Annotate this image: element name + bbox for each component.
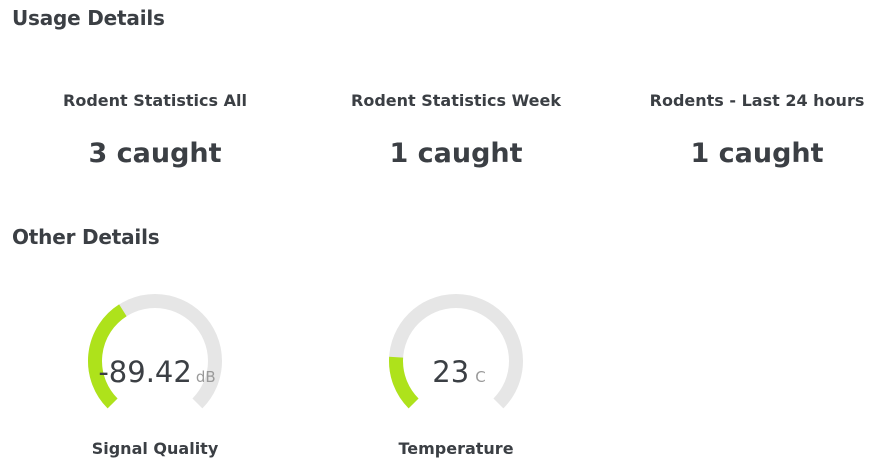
gauge-value-text: -89.42 dB [98, 355, 215, 389]
gauge-value: -89.42 [98, 355, 192, 389]
stat-label: Rodent Statistics All [63, 91, 247, 110]
gauge-unit: dB [196, 368, 216, 386]
gauge-fill [389, 356, 419, 409]
stat-rodent-week: Rodent Statistics Week 1 caught [326, 90, 586, 170]
stat-value: 3 caught [88, 138, 222, 169]
usage-details-title: Usage Details [12, 6, 165, 30]
gauge-temperature: 23 C Temperature [366, 292, 546, 458]
stat-label: Rodent Statistics Week [351, 91, 561, 110]
stat-rodent-last-24h: Rodents - Last 24 hours 1 caught [627, 90, 873, 170]
gauge-value: 23 [432, 355, 469, 389]
gauge-label: Temperature [398, 439, 514, 458]
stat-rodent-all: Rodent Statistics All 3 caught [25, 90, 285, 170]
stat-value: 1 caught [690, 138, 824, 169]
gauge-signal-quality: -89.42 dB Signal Quality [65, 292, 245, 458]
gauge-unit: C [475, 368, 485, 386]
stat-label: Rodents - Last 24 hours [649, 91, 865, 110]
gauge-value-text: 23 C [432, 355, 485, 389]
gauge-label: Signal Quality [91, 439, 219, 458]
other-details-title: Other Details [12, 225, 160, 249]
temperature-gauge: 23 C [389, 294, 523, 409]
stat-value: 1 caught [389, 138, 523, 169]
signal-quality-gauge: -89.42 dB [88, 294, 222, 409]
